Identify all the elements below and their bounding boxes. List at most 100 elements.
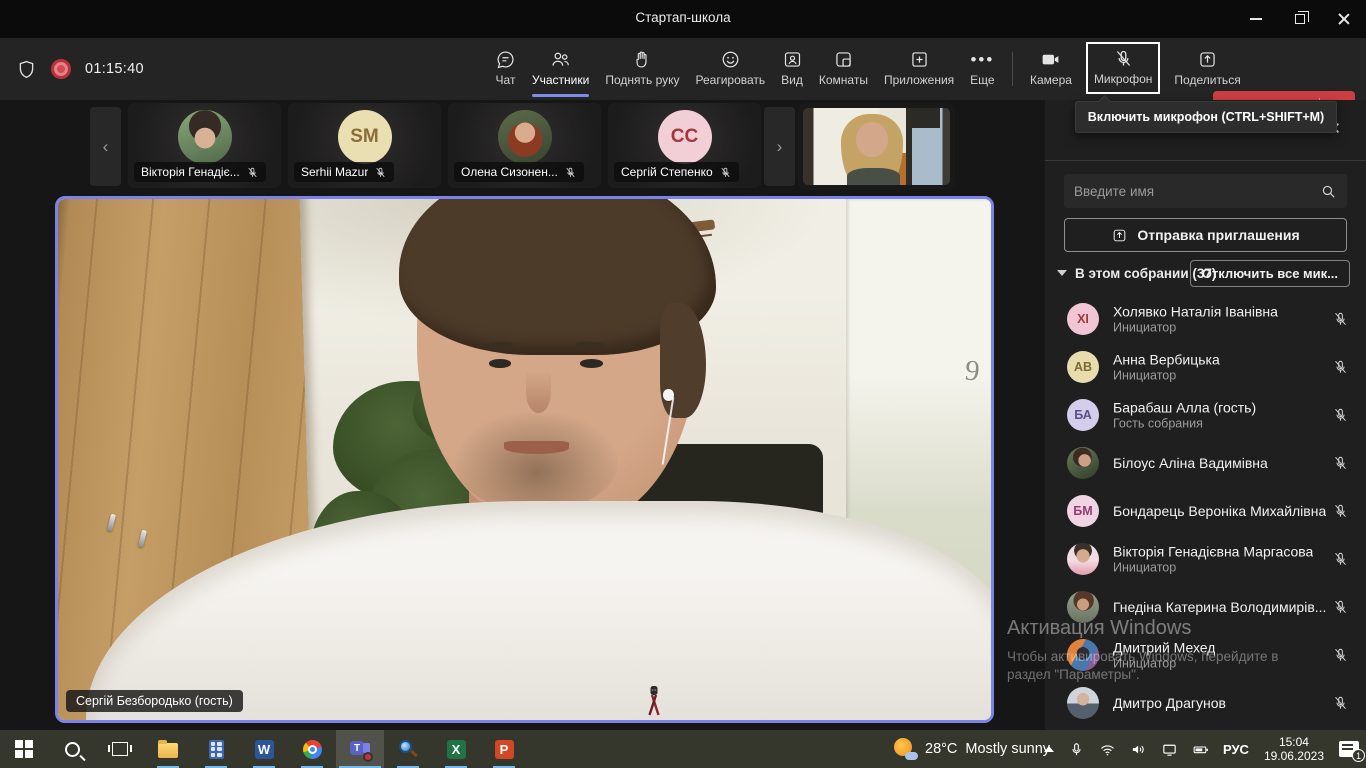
excel-icon: X: [447, 740, 466, 759]
send-invite-button[interactable]: Отправка приглашения: [1064, 218, 1347, 252]
weather-widget[interactable]: 28°C Mostly sunny: [893, 730, 1050, 768]
mic-off-icon: [246, 166, 259, 179]
participant-row[interactable]: Вікторія Генадієвна МаргасоваИнициатор: [1045, 535, 1366, 583]
excel-button[interactable]: X: [432, 730, 480, 768]
view-icon: [782, 49, 803, 70]
recording-indicator-icon: [51, 59, 71, 79]
clock[interactable]: 15:04 19.06.2023: [1256, 735, 1332, 763]
video-tile[interactable]: Вікторія Генадіє...: [128, 103, 281, 188]
search-input[interactable]: [1064, 184, 1320, 199]
toolbar-view-button[interactable]: Вид: [773, 38, 811, 100]
mic-off-icon[interactable]: [1332, 311, 1349, 328]
close-icon: [1338, 13, 1350, 25]
tray-volume[interactable]: [1123, 730, 1154, 768]
start-button[interactable]: [0, 730, 48, 768]
avatar: ХІ: [1067, 303, 1099, 335]
participant-search[interactable]: [1064, 174, 1347, 208]
mic-off-icon[interactable]: [1332, 599, 1349, 616]
notification-icon: 1: [1339, 741, 1359, 757]
speaker-video-scene: 9 Сергій Безбородько (гость): [58, 199, 991, 720]
shirt-logo: [644, 685, 664, 717]
teams-button[interactable]: T: [336, 730, 384, 768]
word-icon: W: [255, 740, 274, 759]
participant-row[interactable]: Дмитрий МехедИнициатор: [1045, 631, 1366, 679]
toolbar-camera-button[interactable]: Камера: [1022, 38, 1080, 100]
weather-icon: [893, 737, 917, 761]
tray-mic[interactable]: [1061, 730, 1092, 768]
mic-off-icon[interactable]: [1332, 551, 1349, 568]
participant-row[interactable]: Дмитро Драгунов: [1045, 679, 1366, 727]
calculator-button[interactable]: [192, 730, 240, 768]
avatar: [1067, 591, 1099, 623]
mic-off-icon[interactable]: [1332, 455, 1349, 472]
share-screen-icon: [1197, 49, 1218, 70]
tray-display[interactable]: [1154, 730, 1185, 768]
chat-icon: [495, 49, 516, 70]
filmstrip-next-button[interactable]: ›: [764, 107, 795, 186]
mute-all-button[interactable]: Отключить все мик...: [1190, 260, 1350, 287]
mic-tooltip: Включить микрофон (CTRL+SHIFT+M): [1075, 101, 1337, 133]
people-icon: [550, 49, 571, 70]
shield-icon: [16, 59, 37, 80]
battery-icon: [1192, 741, 1209, 758]
mic-off-icon[interactable]: [1332, 407, 1349, 424]
participant-row[interactable]: ХІ Холявко Наталія ІванівнаИнициатор: [1045, 295, 1366, 343]
teams-notification-dot: [363, 752, 373, 762]
participant-row[interactable]: Гнедіна Катерина Володимирів...: [1045, 583, 1366, 631]
participant-row[interactable]: АВ Анна ВербицькаИнициатор: [1045, 343, 1366, 391]
toolbar-apps-button[interactable]: Приложения: [876, 38, 962, 100]
video-tile[interactable]: СС Сергій Степенко: [608, 103, 761, 188]
mic-off-icon: [719, 166, 732, 179]
mic-off-icon[interactable]: [1332, 503, 1349, 520]
participant-row[interactable]: Білоус Аліна Вадимівна: [1045, 439, 1366, 487]
section-collapse-caret-icon: [1057, 270, 1067, 276]
tile-name: Serhii Mazur: [301, 165, 368, 179]
file-explorer-button[interactable]: [144, 730, 192, 768]
participant-row[interactable]: БА Барабаш Алла (гость)Гость собрания: [1045, 391, 1366, 439]
participant-row[interactable]: БМ Бондарець Вероніка Михайлівна: [1045, 487, 1366, 535]
participants-panel: Участники ··· Отправка приглашения В это…: [1045, 100, 1366, 730]
wifi-icon: [1099, 741, 1116, 758]
smiley-icon: [720, 49, 741, 70]
main-speaker-video[interactable]: 9 Сергій Безбородько (гость): [55, 196, 994, 723]
tray-battery[interactable]: [1185, 730, 1216, 768]
avatar: [1067, 639, 1099, 671]
avatar: [1067, 687, 1099, 719]
minimize-button[interactable]: [1234, 0, 1278, 38]
toolbar-mic-button[interactable]: Микрофон: [1086, 42, 1160, 94]
toolbar-participants-button[interactable]: Участники: [524, 38, 597, 100]
tray-network[interactable]: [1092, 730, 1123, 768]
toolbar-rooms-button[interactable]: Комнаты: [811, 38, 876, 100]
toolbar-raise-hand-button[interactable]: Поднять руку: [597, 38, 687, 100]
self-view-tile[interactable]: [798, 103, 955, 190]
mic-off-icon: [374, 166, 387, 179]
toolbar-chat-button[interactable]: Чат: [487, 38, 524, 100]
magnifier-tool-icon: [399, 740, 417, 758]
video-tile[interactable]: SM Serhii Mazur: [288, 103, 441, 188]
action-center-button[interactable]: 1: [1332, 730, 1366, 768]
windows-logo-icon: [15, 740, 33, 758]
mic-off-icon[interactable]: [1332, 647, 1349, 664]
filmstrip-prev-button[interactable]: ‹: [90, 107, 121, 186]
tile-name: Вікторія Генадіє...: [141, 165, 240, 179]
task-view-button[interactable]: [96, 730, 144, 768]
powerpoint-button[interactable]: P: [480, 730, 528, 768]
taskbar-search-button[interactable]: [48, 730, 96, 768]
chrome-button[interactable]: [288, 730, 336, 768]
toolbar-react-button[interactable]: Реагировать: [688, 38, 774, 100]
restore-button[interactable]: [1278, 0, 1322, 38]
search-tool-button[interactable]: [384, 730, 432, 768]
word-button[interactable]: W: [240, 730, 288, 768]
mic-off-icon[interactable]: [1332, 359, 1349, 376]
mic-off-icon[interactable]: [1332, 695, 1349, 712]
language-indicator[interactable]: РУС: [1216, 730, 1256, 768]
weather-temp: 28°C: [925, 741, 957, 757]
monitor-icon: [1161, 741, 1178, 758]
video-tile[interactable]: Олена Сизонен...: [448, 103, 601, 188]
tile-name: Сергій Степенко: [621, 165, 713, 179]
toolbar-divider: [1012, 52, 1013, 86]
tray-show-hidden-icons[interactable]: [1037, 730, 1061, 768]
close-button[interactable]: [1322, 0, 1366, 38]
toolbar-more-button[interactable]: ••• Еще: [962, 38, 1002, 100]
meeting-section-header[interactable]: В этом собрании (37) Отключить все мик..…: [1045, 260, 1366, 290]
